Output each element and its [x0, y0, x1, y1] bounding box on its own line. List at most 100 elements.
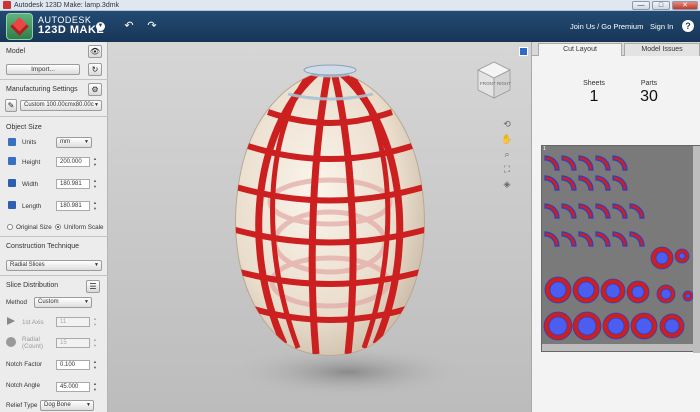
import-button[interactable]: Import... [6, 64, 80, 75]
cut-sheet[interactable]: 1 [541, 145, 700, 353]
parts-count: 30 [640, 88, 658, 105]
radial-label: Radial (Count) [22, 336, 43, 350]
manufacturing-preset-select[interactable]: Custom 100.00cmx80.00c ▼ [20, 100, 102, 111]
units-label: Units [22, 139, 37, 146]
fit-icon[interactable]: ⛶ [501, 163, 513, 175]
divider [0, 275, 108, 276]
manufacturing-title: Manufacturing Settings [6, 86, 78, 93]
pan-icon[interactable]: ✋ [501, 133, 513, 145]
units-icon [8, 138, 16, 146]
notch-factor-label: Notch Factor [6, 361, 43, 368]
first-axis-field[interactable]: 11 [56, 317, 90, 327]
parts-label: Parts [640, 80, 658, 87]
height-field[interactable]: 200.000 [56, 157, 90, 167]
method-label: Method [6, 299, 28, 306]
method-value: Custom [38, 299, 59, 305]
object-size-title: Object Size [6, 124, 42, 131]
units-select[interactable]: mm ▼ [56, 137, 92, 148]
brand-name: AUTODESK 123D MAKE [38, 15, 104, 36]
width-icon [8, 179, 16, 187]
zoom-icon[interactable]: ⌕ [501, 148, 513, 160]
tab-cut-layout[interactable]: Cut Layout [538, 43, 622, 56]
vertical-scrollbar[interactable] [693, 146, 700, 353]
axis-arrow-icon [7, 317, 15, 325]
radial-count-stepper[interactable]: ▲ ▼ [92, 337, 98, 349]
pencil-icon[interactable]: ✎ [5, 99, 17, 112]
method-select[interactable]: Custom ▼ [34, 297, 92, 308]
settings-panel: Model 👁 Import... ↻ Manufacturing Settin… [0, 42, 108, 412]
window-title: Autodesk 123D Make: lamp.3dmk [14, 1, 120, 9]
model-title: Model [6, 48, 26, 55]
help-icon[interactable]: ? [682, 20, 694, 32]
layout-panel: Cut Layout Model Issues Sheets 1 Parts 3… [531, 42, 700, 412]
eye-icon[interactable]: 👁 [88, 45, 102, 58]
join-premium-link[interactable]: Join Us / Go Premium [570, 22, 643, 31]
height-icon [8, 157, 16, 165]
list-icon[interactable]: ☰ [86, 280, 100, 293]
notch-factor-stepper[interactable]: ▲ ▼ [92, 359, 98, 371]
original-size-radio[interactable] [7, 224, 13, 230]
relief-type-value: Dog Bone [44, 402, 71, 408]
original-size-label: Original Size [16, 224, 52, 231]
redo-icon[interactable]: ↷ [145, 20, 159, 32]
width-stepper[interactable]: ▲ ▼ [92, 178, 98, 190]
construction-select[interactable]: Radial Slices ▼ [6, 260, 102, 271]
viewcube[interactable]: FRONT RIGHT [470, 58, 516, 102]
app-menu-dropdown-icon[interactable]: ▼ [96, 22, 105, 31]
app-header: AUTODESK 123D MAKE ▼ ↶ ↷ Join Us / Go Pr… [0, 11, 700, 42]
notch-factor-field[interactable]: 0.100 [56, 360, 90, 370]
divider [0, 236, 108, 237]
gear-icon[interactable]: ⚙ [88, 83, 102, 96]
first-axis-stepper[interactable]: ▲ ▼ [92, 316, 98, 328]
radial-count-field[interactable]: 15 [56, 338, 90, 348]
quarter-ribs [544, 155, 645, 247]
uniform-scale-radio[interactable] [55, 224, 61, 230]
maximize-button[interactable]: □ [652, 1, 670, 10]
width-label: Width [22, 181, 39, 188]
notch-angle-field[interactable]: 45.000 [56, 382, 90, 392]
horizontal-scrollbar[interactable] [542, 344, 695, 351]
panel-toggle-button[interactable] [519, 47, 528, 56]
uniform-scale-label: Uniform Scale [64, 224, 104, 231]
notch-angle-stepper[interactable]: ▲ ▼ [92, 381, 98, 393]
relief-type-label: Relief Type [6, 402, 38, 409]
tab-model-issues[interactable]: Model Issues [624, 43, 700, 56]
viewcube-front-label: FRONT [480, 81, 496, 86]
minimize-button[interactable]: — [632, 1, 650, 10]
undo-icon[interactable]: ↶ [122, 20, 136, 32]
width-field[interactable]: 180.981 [56, 179, 90, 189]
notch-angle-label: Notch Angle [6, 382, 40, 389]
orbit-icon[interactable]: ⟲ [501, 118, 513, 130]
sign-in-link[interactable]: Sign In [650, 22, 673, 31]
first-axis-label: 1st Axis [22, 319, 44, 326]
divider [0, 79, 108, 80]
viewcube-right-label: RIGHT [497, 81, 511, 86]
ring-parts [543, 246, 694, 341]
title-bar: Autodesk 123D Make: lamp.3dmk — □ ✕ [0, 0, 700, 11]
radial-icon [6, 337, 16, 347]
construction-title: Construction Technique [6, 243, 80, 250]
navigation-tools: ⟲ ✋ ⌕ ⛶ ◈ [499, 118, 515, 193]
3d-viewport[interactable] [108, 42, 531, 412]
close-button[interactable]: ✕ [672, 1, 698, 10]
cube-logo-icon [10, 17, 29, 36]
chevron-down-icon: ▼ [86, 402, 91, 408]
length-field[interactable]: 180.981 [56, 201, 90, 211]
height-stepper[interactable]: ▲ ▼ [92, 156, 98, 168]
chevron-down-icon: ▼ [94, 102, 99, 108]
view-cube-icon[interactable]: ◈ [501, 178, 513, 190]
chevron-down-icon: ▼ [84, 299, 89, 305]
sheets-label: Sheets [583, 80, 605, 87]
top-cap [303, 64, 357, 76]
divider [0, 116, 108, 117]
length-stepper[interactable]: ▲ ▼ [92, 200, 98, 212]
app-logo[interactable] [6, 13, 33, 40]
length-icon [8, 201, 16, 209]
egg-lamp-model [230, 64, 466, 398]
chevron-down-icon: ▼ [84, 139, 89, 145]
tab-bar: Cut Layout Model Issues [532, 42, 700, 56]
radial-label-line1: Radial [22, 336, 40, 343]
refresh-icon[interactable]: ↻ [88, 63, 102, 76]
sheet-number: 1 [543, 146, 546, 152]
relief-type-select[interactable]: Dog Bone ▼ [40, 400, 94, 411]
